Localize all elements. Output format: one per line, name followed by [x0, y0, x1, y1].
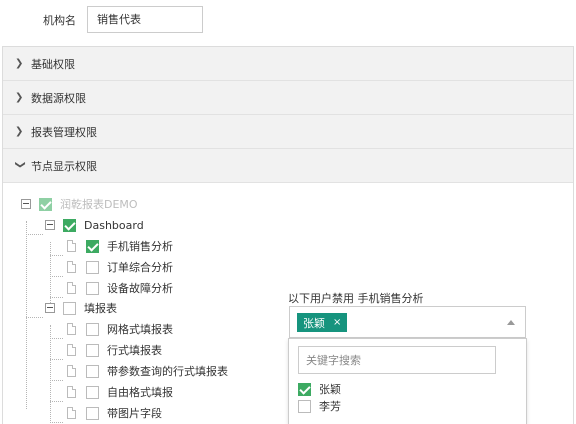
node-label: 润乾报表DEMO: [60, 198, 138, 211]
tree-node-leaf: 带参数查询的行式填报表: [67, 363, 228, 379]
tree-connector: [50, 276, 63, 277]
node-checkbox[interactable]: [86, 281, 99, 295]
tree-node-leaf: 设备故障分析: [67, 280, 173, 296]
tree-connector: [26, 317, 43, 318]
collapse-toggle-icon[interactable]: [45, 220, 55, 230]
accordion-label: 报表管理权限: [31, 125, 97, 139]
node-label: 订单综合分析: [107, 261, 173, 274]
tree-node-leaf: 手机销售分析: [67, 238, 173, 254]
user-option-label: 张颖: [319, 383, 341, 396]
user-option-checkbox[interactable]: [298, 399, 311, 413]
tree-connector: [26, 221, 27, 409]
file-icon: [67, 407, 76, 419]
accordion-basic-permissions[interactable]: ❯ 基础权限: [3, 47, 573, 81]
node-checkbox[interactable]: [86, 239, 99, 253]
tree-node-leaf: 网格式填报表: [67, 321, 173, 337]
node-checkbox[interactable]: [86, 364, 99, 378]
tree-connector: [50, 338, 63, 339]
accordion-label: 节点显示权限: [31, 159, 97, 173]
user-option-checkbox[interactable]: [298, 382, 311, 396]
tree-node-root: 润乾报表DEMO: [21, 196, 138, 212]
chevron-down-icon: ❯: [14, 160, 26, 169]
org-name-input[interactable]: 销售代表: [87, 6, 203, 33]
user-option[interactable]: 李芳: [298, 398, 341, 414]
keyword-search-input[interactable]: [298, 346, 496, 374]
tree-connector: [50, 297, 63, 298]
tree-connector: [50, 255, 63, 256]
user-option[interactable]: 张颖: [298, 381, 341, 397]
node-label: 带图片字段: [107, 407, 162, 420]
tree-connector: [50, 359, 63, 360]
node-label: Dashboard: [84, 218, 144, 232]
file-icon: [67, 240, 76, 252]
node-checkbox[interactable]: [86, 343, 99, 357]
file-icon: [67, 365, 76, 377]
selected-user-tag: 张颖 ×: [297, 313, 348, 332]
node-checkbox[interactable]: [63, 301, 76, 315]
caret-up-icon[interactable]: [507, 320, 515, 325]
file-icon: [67, 386, 76, 398]
tree-connector: [50, 325, 51, 423]
collapse-toggle-icon[interactable]: [45, 303, 55, 313]
tree-node-leaf: 带图片字段: [67, 405, 162, 421]
file-icon: [67, 282, 76, 294]
node-label: 带参数查询的行式填报表: [107, 365, 228, 378]
tag-label: 张颖: [303, 316, 325, 330]
accordion-node-display-permissions[interactable]: ❯ 节点显示权限: [3, 149, 573, 183]
ban-users-title: 以下用户禁用 手机销售分析: [288, 292, 424, 305]
accordion-datasource-permissions[interactable]: ❯ 数据源权限: [3, 81, 573, 115]
accordion-label: 数据源权限: [31, 91, 86, 105]
file-icon: [67, 344, 76, 356]
node-label: 填报表: [84, 302, 117, 315]
tree-connector: [50, 422, 63, 423]
node-label: 自由格式填报: [107, 386, 173, 399]
tree-node-leaf: 自由格式填报: [67, 384, 173, 400]
tree-node-leaf: 行式填报表: [67, 342, 162, 358]
node-checkbox[interactable]: [86, 385, 99, 399]
node-label: 行式填报表: [107, 344, 162, 357]
accordion-label: 基础权限: [31, 57, 75, 71]
node-checkbox[interactable]: [86, 260, 99, 274]
tree-connector: [26, 234, 43, 235]
chevron-right-icon: ❯: [15, 126, 24, 137]
tree-connector: [50, 401, 63, 402]
tree-node-leaf: 订单综合分析: [67, 259, 173, 275]
ban-users-dropdown: 张颖 李芳: [288, 338, 527, 424]
tree-node-dashboard: Dashboard: [45, 217, 144, 233]
chevron-right-icon: ❯: [15, 58, 24, 69]
accordion-report-management-permissions[interactable]: ❯ 报表管理权限: [3, 115, 573, 149]
file-icon: [67, 261, 76, 273]
ban-users-select[interactable]: 张颖 ×: [289, 306, 526, 338]
chevron-right-icon: ❯: [15, 92, 24, 103]
file-icon: [67, 323, 76, 335]
node-checkbox[interactable]: [86, 406, 99, 420]
node-label: 手机销售分析: [107, 240, 173, 253]
tree-connector: [50, 380, 63, 381]
node-label: 设备故障分析: [107, 282, 173, 295]
node-checkbox[interactable]: [63, 218, 76, 232]
user-option-label: 李芳: [319, 400, 341, 413]
collapse-toggle-icon[interactable]: [21, 199, 31, 209]
node-checkbox[interactable]: [86, 322, 99, 336]
org-name-label: 机构名: [43, 14, 76, 27]
tree-node-fill-reports: 填报表: [45, 300, 117, 316]
node-label: 网格式填报表: [107, 323, 173, 336]
close-icon[interactable]: ×: [333, 317, 341, 328]
node-checkbox[interactable]: [39, 197, 52, 211]
